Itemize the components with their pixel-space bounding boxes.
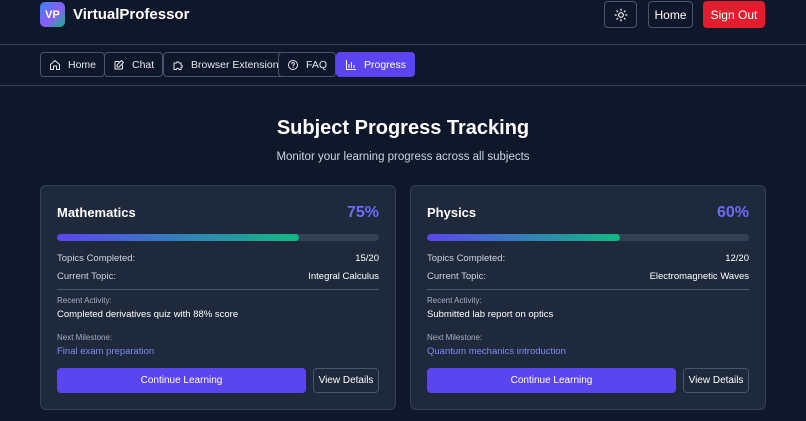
bar-chart-icon xyxy=(346,59,356,70)
current-topic-value: Electromagnetic Waves xyxy=(649,271,749,282)
tab-home[interactable]: Home xyxy=(40,52,106,77)
progress-bar xyxy=(427,234,749,241)
subject-card-mathematics: Mathematics 75% Topics Completed: 15/20 … xyxy=(40,185,396,410)
recent-activity-label: Recent Activity: xyxy=(427,296,482,305)
edit-icon xyxy=(114,59,124,69)
topics-completed-value: 15/20 xyxy=(355,253,379,264)
puzzle-icon xyxy=(173,60,183,70)
top-header: VP VirtualProfessor Home Sign Out xyxy=(0,0,806,45)
tab-browser-extension-label: Browser Extension xyxy=(191,58,279,71)
brand-name: VirtualProfessor xyxy=(73,6,190,23)
sign-out-button[interactable]: Sign Out xyxy=(703,1,765,28)
subject-name: Mathematics xyxy=(57,205,136,220)
theme-toggle-button[interactable] xyxy=(604,1,637,28)
tab-progress-label: Progress xyxy=(364,58,407,71)
current-topic-label: Current Topic: xyxy=(57,271,116,282)
tab-faq[interactable]: FAQ xyxy=(278,52,337,77)
current-topic-row: Current Topic: Electromagnetic Waves xyxy=(427,271,749,282)
continue-learning-button[interactable]: Continue Learning xyxy=(57,368,306,393)
view-details-button[interactable]: View Details xyxy=(313,368,379,393)
nav-bar: Home Chat Browser Extension FAQ Progress xyxy=(0,45,806,86)
recent-activity-text: Submitted lab report on optics xyxy=(427,309,554,320)
recent-activity-text: Completed derivatives quiz with 88% scor… xyxy=(57,309,239,320)
tab-faq-label: FAQ xyxy=(306,58,328,71)
tab-progress[interactable]: Progress xyxy=(336,52,416,77)
view-details-button[interactable]: View Details xyxy=(683,368,749,393)
page-title: Subject Progress Tracking xyxy=(276,117,530,139)
next-milestone-label: Next Milestone: xyxy=(427,333,483,342)
next-milestone-text: Final exam preparation xyxy=(57,346,155,357)
next-milestone-label: Next Milestone: xyxy=(57,333,113,342)
logo: VP xyxy=(40,2,65,27)
subject-name: Physics xyxy=(427,205,477,220)
topics-completed-label: Topics Completed: xyxy=(427,253,506,264)
topics-completed-row: Topics Completed: 15/20 xyxy=(57,253,379,264)
help-circle-icon xyxy=(288,59,298,70)
topics-completed-value: 12/20 xyxy=(725,253,749,264)
current-topic-value: Integral Calculus xyxy=(308,271,379,282)
tab-browser-extension[interactable]: Browser Extension xyxy=(163,52,288,77)
next-milestone-text: Quantum mechanics introduction xyxy=(427,346,566,357)
tab-chat-label: Chat xyxy=(132,58,155,71)
progress-bar-fill xyxy=(427,234,621,241)
progress-bar-fill xyxy=(57,234,299,241)
progress-bar xyxy=(57,234,379,241)
header-home-button[interactable]: Home xyxy=(648,1,693,28)
tab-chat[interactable]: Chat xyxy=(104,52,164,77)
current-topic-label: Current Topic: xyxy=(427,271,486,282)
recent-activity-label: Recent Activity: xyxy=(57,296,112,305)
current-topic-row: Current Topic: Integral Calculus xyxy=(57,271,379,282)
divider xyxy=(57,289,379,290)
home-icon xyxy=(50,59,60,70)
subject-percent: 60% xyxy=(716,204,749,221)
sun-icon xyxy=(614,8,627,21)
page-subtitle: Monitor your learning progress across al… xyxy=(276,151,530,163)
subject-card-physics: Physics 60% Topics Completed: 12/20 Curr… xyxy=(410,185,766,410)
tab-home-label: Home xyxy=(68,58,97,71)
continue-learning-button[interactable]: Continue Learning xyxy=(427,368,676,393)
topics-completed-row: Topics Completed: 12/20 xyxy=(427,253,749,264)
subject-percent: 75% xyxy=(346,204,379,221)
divider xyxy=(427,289,749,290)
topics-completed-label: Topics Completed: xyxy=(57,253,136,264)
